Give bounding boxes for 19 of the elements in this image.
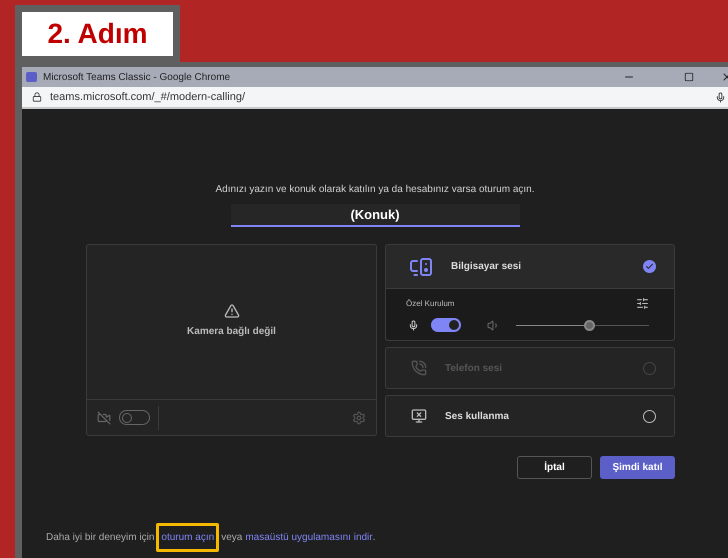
url-text: teams.microsoft.com/_#/modern-calling/ [50,90,246,105]
footer-text: veya [221,531,242,545]
footer-text: Daha iyi bir deneyim için [46,531,154,545]
prompt-text: Adınızı yazın ve konuk olarak katılın ya da hesabınız varsa oturum açın. [215,183,535,197]
join-button[interactable]: Şimdi katıl [600,456,675,479]
option-label: Bilgisayar sesi [451,260,522,274]
window-title: Microsoft Teams Classic - Google Chrome [43,70,230,84]
sign-in-link[interactable]: oturum açın [161,532,214,543]
camera-message: Kamera bağlı değil [187,325,276,339]
audio-option[interactable]: Ses kullanma [385,395,675,437]
audio-option[interactable]: Bilgisayar sesi Özel Kurulum [385,244,675,341]
footer-period: . [372,531,376,545]
step-label: 2. Adım [22,12,173,56]
address-bar[interactable]: teams.microsoft.com/_#/modern-calling/ [22,87,728,109]
name-field[interactable]: (Konuk) [230,204,520,227]
cancel-button[interactable]: İptal [517,456,592,479]
option-label: Ses kullanma [445,410,509,424]
download-link[interactable]: masaüstü uygulamasını indir [245,530,373,545]
setup-label: Özel Kurulum [406,298,454,310]
